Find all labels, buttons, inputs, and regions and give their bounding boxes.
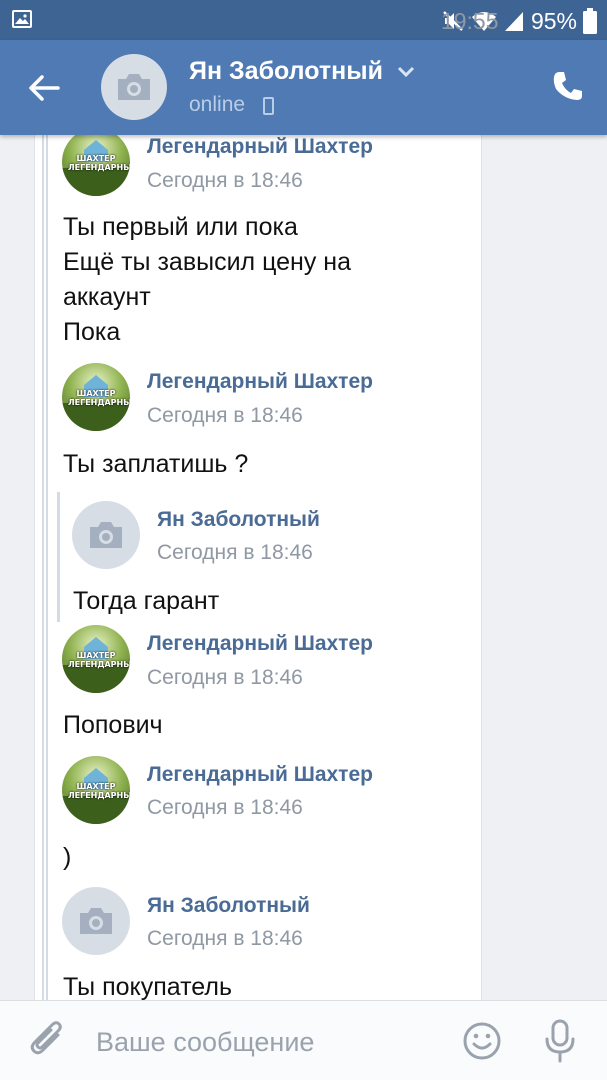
- avatar[interactable]: ШАХТЕРЛЕГЕНДАРНЫЙ: [62, 625, 130, 693]
- battery-percent: 95%: [530, 8, 577, 34]
- avatar-badge: ШАХТЕРЛЕГЕНДАРНЫЙ: [68, 782, 130, 800]
- message-time: Сегодня в 18:46: [147, 927, 303, 950]
- message-input[interactable]: [96, 1022, 426, 1062]
- avatar[interactable]: ШАХТЕРЛЕГЕНДАРНЫЙ: [62, 135, 130, 196]
- message-text: Ты заплатишь ?: [63, 450, 249, 478]
- message-composer: [0, 1000, 607, 1080]
- status-bar: 95% 19:55: [0, 0, 607, 40]
- microphone-icon[interactable]: [543, 1019, 577, 1063]
- avatar[interactable]: [62, 887, 130, 955]
- contact-avatar[interactable]: [101, 54, 167, 120]
- message-time: Сегодня в 18:46: [147, 666, 303, 689]
- signal-icon: [504, 12, 523, 31]
- message-author[interactable]: Ян Заболотный: [157, 508, 320, 532]
- message-author[interactable]: Легендарный Шахтер: [147, 763, 373, 787]
- message-text: Ты первый или пока Ещё ты завысил цену н…: [63, 213, 351, 346]
- avatar[interactable]: ШАХТЕРЛЕГЕНДАРНЫЙ: [62, 363, 130, 431]
- paperclip-icon[interactable]: [28, 1021, 66, 1061]
- message-text: Ты покупатель: [63, 973, 232, 1000]
- avatar-badge: ШАХТЕРЛЕГЕНДАРНЫЙ: [68, 389, 130, 407]
- online-status: online: [189, 93, 246, 116]
- chat-header: Ян Заболотный online: [0, 40, 607, 135]
- message-text: Попович: [63, 711, 163, 739]
- phone-call-icon[interactable]: [551, 69, 585, 103]
- message-time: Сегодня в 18:46: [147, 796, 303, 819]
- message-author[interactable]: Легендарный Шахтер: [147, 632, 373, 656]
- camera-icon: [90, 522, 122, 548]
- clock: 19:55: [440, 8, 499, 34]
- message-time: Сегодня в 18:46: [147, 404, 303, 427]
- camera-icon: [80, 908, 112, 934]
- message-list[interactable]: ШАХТЕРЛЕГЕНДАРНЫЙ Легендарный Шахтер Сег…: [0, 135, 607, 1000]
- message-text: Тогда гарант: [73, 587, 220, 615]
- nested-forward-bar: [57, 492, 60, 622]
- avatar-badge: ШАХТЕРЛЕГЕНДАРНЫЙ: [68, 651, 130, 669]
- chat-title[interactable]: Ян Заболотный: [189, 57, 383, 86]
- message-author[interactable]: Легендарный Шахтер: [147, 135, 373, 159]
- message-time: Сегодня в 18:46: [147, 169, 303, 192]
- chevron-down-icon[interactable]: [396, 65, 416, 79]
- camera-icon: [118, 74, 150, 100]
- message-text: ): [63, 843, 72, 871]
- back-arrow-icon[interactable]: [24, 68, 64, 108]
- message-author[interactable]: Ян Заболотный: [147, 894, 310, 918]
- emoji-icon[interactable]: [462, 1021, 502, 1061]
- mobile-phone-icon: [263, 97, 274, 115]
- avatar-badge: ШАХТЕРЛЕГЕНДАРНЫЙ: [68, 154, 130, 172]
- avatar[interactable]: [72, 501, 140, 569]
- message-author[interactable]: Легендарный Шахтер: [147, 370, 373, 394]
- battery-icon: [583, 8, 597, 34]
- gallery-icon: [12, 10, 32, 28]
- message-time: Сегодня в 18:46: [157, 541, 313, 564]
- avatar[interactable]: ШАХТЕРЛЕГЕНДАРНЫЙ: [62, 756, 130, 824]
- forward-indicator: [42, 135, 48, 1000]
